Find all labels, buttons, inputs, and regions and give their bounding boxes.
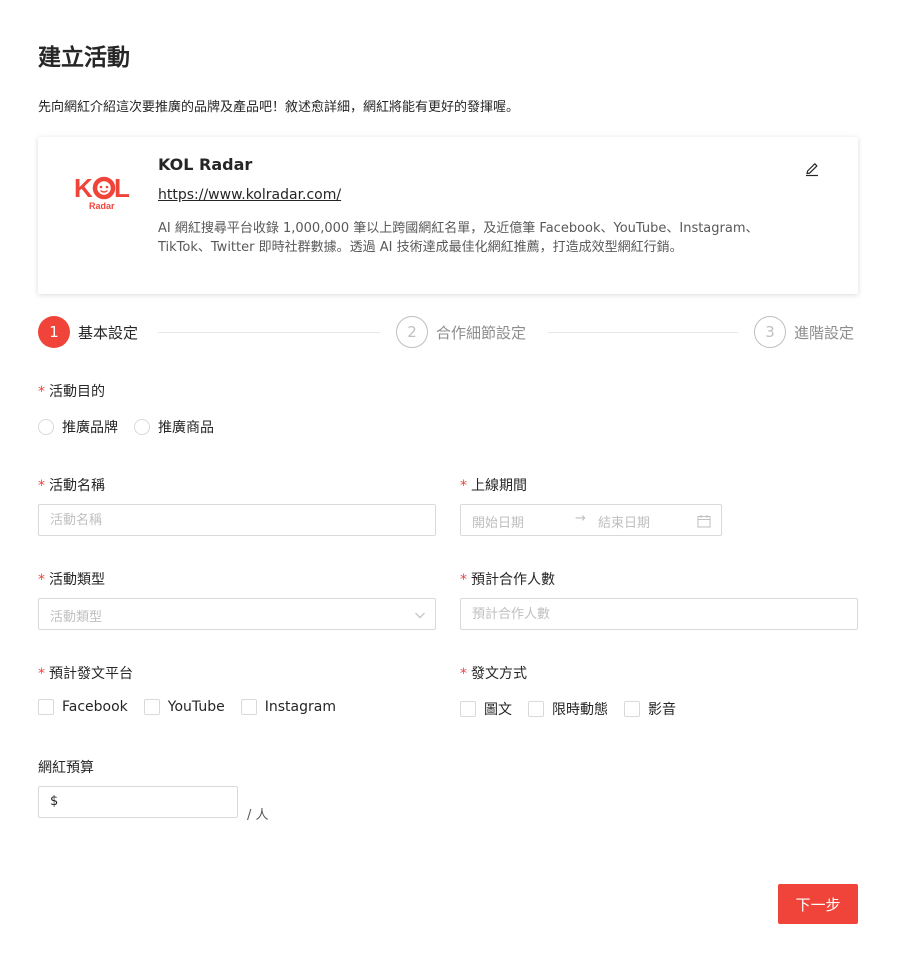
checkbox-label: 圖文 — [484, 702, 512, 718]
purpose-label: * 活動目的 — [38, 384, 105, 400]
campaign-name-label: * 活動名稱 — [38, 478, 105, 494]
start-date-field[interactable]: 開始日期 — [472, 512, 524, 531]
step-number: 3 — [754, 316, 786, 348]
radio-label: 推廣商品 — [158, 420, 214, 436]
platform-checkbox-group: Facebook YouTube Instagram — [38, 699, 352, 715]
post-type-checkbox-group: 圖文 限時動態 影音 — [460, 699, 692, 719]
end-date-field[interactable]: 結束日期 — [598, 512, 650, 531]
arrow-right-icon: → — [575, 511, 586, 526]
checkbox-facebook[interactable] — [38, 699, 54, 715]
required-mark: * — [38, 384, 45, 400]
period-label: * 上線期間 — [460, 478, 527, 494]
platform-label: * 預計發文平台 — [38, 666, 133, 682]
pencil-icon[interactable] — [804, 161, 820, 177]
svg-text:K: K — [74, 173, 93, 203]
radio-label: 推廣品牌 — [62, 420, 118, 436]
step-label: 基本設定 — [78, 323, 139, 342]
checkbox-label: Facebook — [62, 699, 128, 715]
step-cooperation: 2 合作細節設定 — [396, 316, 526, 348]
purpose-radio-group: 推廣品牌 推廣商品 — [38, 417, 230, 437]
checkbox-youtube[interactable] — [143, 699, 160, 715]
post-type-label: * 發文方式 — [460, 666, 527, 682]
step-connector — [158, 332, 380, 333]
step-label: 合作細節設定 — [436, 323, 527, 342]
campaign-type-select[interactable]: 活動類型 — [38, 598, 436, 630]
collab-count-label: * 預計合作人數 — [460, 572, 555, 588]
page-description: 先向網紅介紹這次要推廣的品牌及產品吧！敘述愈詳細，網紅將能有更好的發揮喔。 — [38, 100, 520, 115]
step-number: 1 — [38, 316, 70, 348]
required-mark: * — [460, 478, 467, 494]
budget-label: 網紅預算 — [38, 760, 94, 776]
budget-input[interactable] — [65, 787, 235, 817]
step-label: 進階設定 — [794, 323, 855, 342]
chevron-down-icon — [415, 612, 425, 619]
currency-prefix: $ — [50, 794, 59, 809]
required-mark: * — [38, 572, 45, 588]
budget-field[interactable]: $ — [38, 786, 238, 818]
radio-promote-product[interactable] — [134, 419, 150, 435]
campaign-type-label: * 活動類型 — [38, 572, 105, 588]
brand-name: KOL Radar — [158, 155, 253, 174]
svg-text:L: L — [114, 173, 130, 203]
brand-description: AI 網紅搜尋平台收錄 1,000,000 筆以上跨國網紅名單，及近億筆 Fac… — [158, 221, 759, 255]
brand-url-link[interactable]: https://www.kolradar.com/ — [158, 187, 341, 203]
campaign-name-input[interactable] — [38, 504, 436, 536]
required-mark: * — [460, 666, 467, 682]
budget-unit: / 人 — [247, 808, 269, 823]
page-title: 建立活動 — [38, 45, 130, 71]
checkbox-instagram[interactable] — [240, 699, 257, 715]
radio-promote-brand[interactable] — [38, 419, 54, 435]
date-range-picker[interactable]: 開始日期 → 結束日期 — [460, 504, 722, 536]
next-step-button[interactable]: 下一步 — [778, 884, 858, 924]
calendar-icon — [697, 515, 711, 528]
svg-text:Radar: Radar — [89, 201, 115, 211]
step-basic: 1 基本設定 — [38, 316, 138, 348]
brand-card: K L Radar KOL Radar https://www.kolradar… — [38, 137, 858, 294]
checkbox-label: Instagram — [264, 699, 336, 715]
checkbox-label: 限時動態 — [552, 702, 608, 718]
step-number: 2 — [396, 316, 428, 348]
required-mark: * — [38, 478, 45, 494]
required-mark: * — [460, 572, 467, 588]
step-connector — [548, 332, 738, 333]
step-advanced: 3 進階設定 — [754, 316, 854, 348]
checkbox-label: 影音 — [648, 702, 676, 718]
checkbox-story[interactable] — [528, 701, 544, 717]
step-indicator: 1 基本設定 2 合作細節設定 3 進階設定 — [38, 316, 858, 348]
required-mark: * — [38, 666, 45, 682]
checkbox-video[interactable] — [624, 701, 640, 717]
checkbox-label: YouTube — [167, 699, 225, 715]
collab-count-input[interactable] — [460, 598, 858, 630]
checkbox-image-post[interactable] — [460, 701, 476, 717]
kol-radar-logo: K L Radar — [74, 173, 130, 211]
select-placeholder: 活動類型 — [50, 610, 103, 625]
